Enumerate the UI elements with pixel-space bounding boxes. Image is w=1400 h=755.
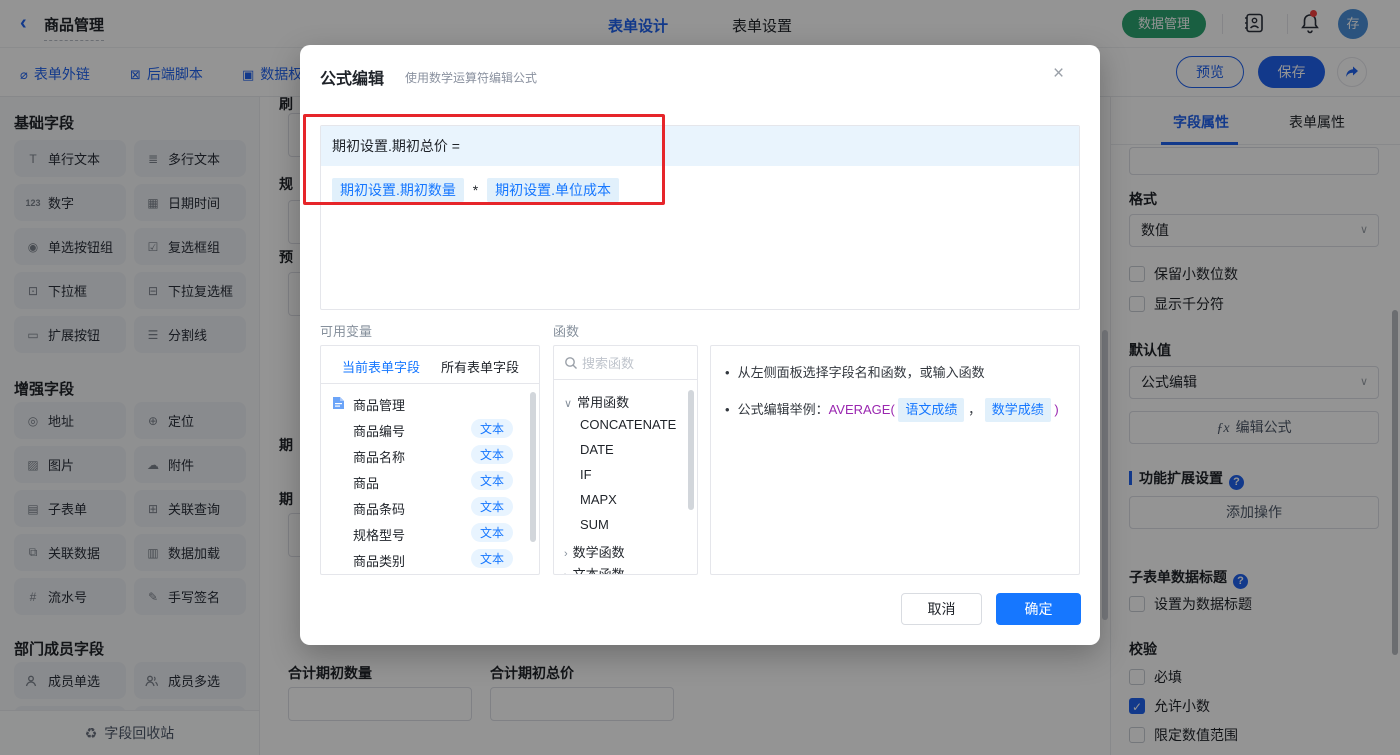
example-function-close: ) [1054,402,1059,417]
caret-right-icon: › [564,570,568,574]
function-item[interactable]: SUM [580,517,609,532]
functions-panel: ∨常用函数 CONCATENATE DATE IF MAPX SUM ›数学函数… [553,345,698,575]
type-badge: 文本 [470,549,513,568]
modal-subtitle: 使用数学运算符编辑公式 [405,71,538,85]
type-badge: 文本 [470,445,513,464]
formula-help-panel: • 从左侧面板选择字段名和函数，或输入函数 • 公式编辑举例：AVERAGE( 语文… [710,345,1080,575]
functions-scrollbar[interactable] [688,390,694,510]
function-search-input[interactable] [582,352,690,374]
bullet-icon: • [725,365,730,380]
function-item[interactable]: CONCATENATE [580,417,676,432]
caret-down-icon: ∨ [564,398,573,410]
function-item[interactable]: MAPX [580,492,617,507]
variable-field-row[interactable]: 商品编号 文本 [321,416,539,442]
type-badge: 文本 [470,497,513,516]
cancel-button[interactable]: 取消 [901,593,982,625]
type-badge: 文本 [470,523,513,542]
app-window: ‹ 商品管理 表单设计 表单设置 数据管理 存 ⌀ 表单外链 ⊠ 后端脚本 ▣ 数据权… [0,0,1400,755]
tree-group-math-functions[interactable]: › 数学函数 [564,542,625,561]
functions-label: 函数 [553,324,580,339]
variable-field-row[interactable]: 商品条码 文本 [321,494,539,520]
bullet-icon: • [725,402,730,417]
example-field-chip: 语文成绩 [898,398,965,422]
tab-all-form-fields[interactable]: 所有表单字段 [441,357,519,376]
help-line-2: • 公式编辑举例：AVERAGE( 语文成绩 ， 数学成绩 ) [725,398,1065,422]
confirm-button[interactable]: 确定 [996,593,1081,625]
example-field-chip: 数学成绩 [984,398,1051,422]
form-doc-icon [332,396,345,410]
variable-field-row[interactable]: 规格型号 文本 [321,520,539,546]
tree-group-text-functions[interactable]: ›文本函数 [564,564,625,574]
tree-root-form[interactable]: 商品管理 [321,390,539,416]
variable-field-row[interactable]: 商品 文本 [321,468,539,494]
annotation-red-box [303,114,665,205]
variables-panel: 当前表单字段 所有表单字段 商品管理 商品编号 文本 商品名称 文本 商品 文本 商品… [320,345,540,575]
function-search [554,346,697,380]
help-line-1: • 从左侧面板选择字段名和函数，或输入函数 [725,365,985,380]
example-function-name: AVERAGE( [828,402,895,417]
variables-scrollbar[interactable] [530,392,536,542]
variables-label: 可用变量 [320,324,373,339]
search-icon [564,356,578,370]
tree-group-common-functions[interactable]: ∨ 常用函数 [564,392,629,411]
variable-field-row[interactable]: 商品名称 文本 [321,442,539,468]
type-badge: 文本 [470,471,513,490]
tab-current-form-fields[interactable]: 当前表单字段 [342,357,420,376]
function-item[interactable]: DATE [580,442,614,457]
type-badge: 文本 [470,419,513,438]
close-icon[interactable]: × [1053,63,1064,85]
caret-right-icon: › [564,548,568,560]
variable-field-row[interactable]: 商品类别 文本 [321,546,539,572]
function-item[interactable]: IF [580,467,592,482]
variables-tabs: 当前表单字段 所有表单字段 [321,346,539,384]
modal-title: 公式编辑 [320,71,385,88]
